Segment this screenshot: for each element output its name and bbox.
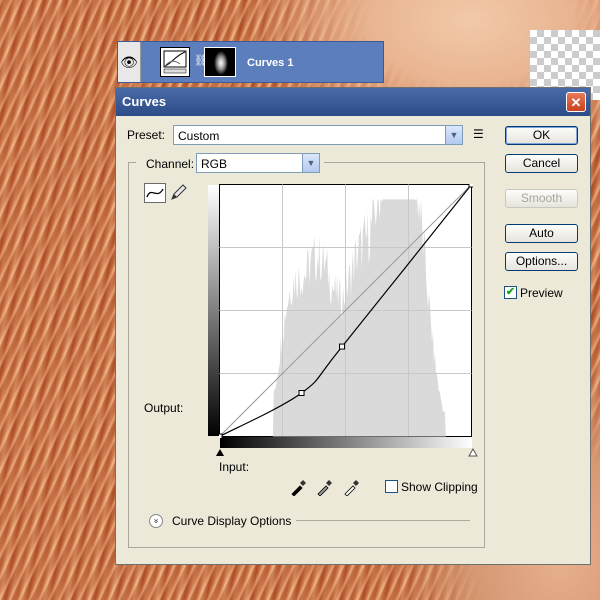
pencil-icon (171, 184, 187, 200)
dialog-titlebar[interactable]: Curves ✕ (116, 88, 590, 116)
close-icon: ✕ (570, 95, 582, 110)
curve-control-point[interactable] (468, 184, 473, 188)
auto-button[interactable]: Auto (505, 224, 578, 243)
chevron-down-icon: ▼ (445, 126, 462, 144)
input-gradient-bar (220, 437, 472, 448)
edit-points-curve-tool[interactable] (144, 183, 166, 203)
dialog-title: Curves (122, 94, 167, 109)
eye-icon[interactable]: 👁 (118, 42, 141, 82)
gray-eyedropper-icon[interactable] (316, 478, 334, 496)
input-sliders[interactable] (214, 448, 478, 458)
smooth-button[interactable]: Smooth (505, 189, 578, 208)
curve-control-point[interactable] (219, 433, 223, 438)
preset-value: Custom (178, 129, 220, 143)
preset-options-menu-icon[interactable]: ☰ (473, 127, 484, 141)
curves-adjustment-thumbnail-icon (160, 47, 190, 77)
group-line-left (128, 162, 136, 163)
expand-options-icon[interactable]: » (149, 514, 163, 528)
chevron-down-icon: ▼ (302, 154, 319, 172)
preview-label: Preview (520, 286, 563, 300)
check-icon: ✔ (505, 286, 516, 298)
channel-value: RGB (201, 157, 228, 171)
white-point-slider-icon[interactable] (468, 448, 478, 457)
channel-label: Channel: (144, 157, 197, 171)
layer-row-curves[interactable]: 👁 ⛓ Curves 1 (117, 41, 384, 83)
cancel-button[interactable]: Cancel (505, 154, 578, 173)
curve-display-options-label[interactable]: Curve Display Options (172, 514, 291, 528)
show-clipping-label: Show Clipping (401, 480, 478, 494)
preview-checkbox[interactable]: ✔ (504, 286, 517, 299)
show-clipping-checkbox[interactable] (385, 480, 398, 493)
layer-name: Curves 1 (247, 57, 294, 69)
input-label: Input: (219, 460, 250, 474)
layer-mask-thumbnail[interactable] (204, 47, 236, 77)
options-button[interactable]: Options... (505, 252, 578, 271)
draw-pencil-tool[interactable] (168, 183, 190, 203)
black-eyedropper-icon[interactable] (290, 478, 308, 496)
options-divider (296, 520, 470, 521)
ok-button[interactable]: OK (505, 126, 578, 145)
black-point-slider-icon[interactable] (216, 449, 224, 456)
curve-control-point[interactable] (339, 343, 346, 350)
channel-dropdown[interactable]: RGB ▼ (196, 153, 320, 173)
curve-icon (146, 188, 164, 198)
output-gradient-bar (208, 185, 219, 436)
curve-control-point[interactable] (298, 390, 305, 397)
close-button[interactable]: ✕ (566, 92, 586, 112)
group-line-right (324, 162, 485, 163)
preset-dropdown[interactable]: Custom ▼ (173, 125, 463, 145)
preset-label: Preset: (127, 128, 166, 142)
white-eyedropper-icon[interactable] (343, 478, 361, 496)
curves-graph[interactable] (219, 184, 473, 438)
output-label: Output: (144, 401, 184, 415)
